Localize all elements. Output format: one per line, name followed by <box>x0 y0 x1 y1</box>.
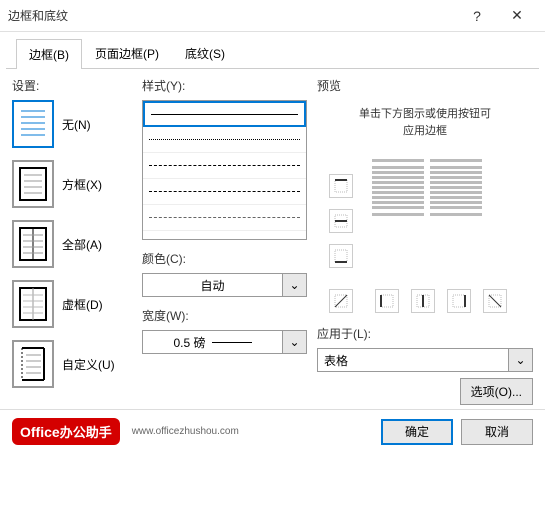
setting-all-icon <box>12 220 54 268</box>
cancel-button[interactable]: 取消 <box>461 419 533 445</box>
tab-bar: 边框(B) 页面边框(P) 底纹(S) <box>6 32 539 69</box>
content-area: 设置: 无(N) 方框(X) 全部(A) 虚框(D) <box>0 69 545 409</box>
brand-badge: Office办公助手 <box>12 418 120 445</box>
apply-value: 表格 <box>318 349 508 371</box>
tab-page-border[interactable]: 页面边框(P) <box>82 38 172 68</box>
settings-label: 设置: <box>12 77 132 94</box>
preview-document[interactable] <box>372 159 482 279</box>
style-solid[interactable] <box>143 101 306 127</box>
apply-dropdown[interactable]: 表格 ⌄ <box>317 348 533 372</box>
style-list[interactable] <box>142 100 307 240</box>
settings-column: 设置: 无(N) 方框(X) 全部(A) 虚框(D) <box>12 77 132 405</box>
titlebar: 边框和底纹 ? ✕ <box>0 0 545 32</box>
setting-custom-icon <box>12 340 54 388</box>
close-button[interactable]: ✕ <box>497 0 537 32</box>
color-value: 自动 <box>143 274 282 296</box>
edge-top-button[interactable] <box>329 174 353 198</box>
style-dotted[interactable] <box>143 127 306 153</box>
style-dashed[interactable] <box>143 179 306 205</box>
options-button[interactable]: 选项(O)... <box>460 378 533 405</box>
setting-custom[interactable]: 自定义(U) <box>12 340 132 388</box>
setting-grid[interactable]: 虚框(D) <box>12 280 132 328</box>
edge-right-button[interactable] <box>447 289 471 313</box>
brand-url: www.officezhushou.com <box>132 426 239 437</box>
setting-none[interactable]: 无(N) <box>12 100 132 148</box>
setting-all[interactable]: 全部(A) <box>12 220 132 268</box>
ok-button[interactable]: 确定 <box>381 419 453 445</box>
chevron-down-icon: ⌄ <box>508 349 532 371</box>
edge-diag2-button[interactable] <box>483 289 507 313</box>
edge-vmid-button[interactable] <box>411 289 435 313</box>
color-group: 颜色(C): 自动 ⌄ <box>142 250 307 297</box>
width-dropdown[interactable]: 0.5 磅 ⌄ <box>142 330 307 354</box>
style-column: 样式(Y): 颜色(C): 自动 ⌄ 宽度(W): 0.5 磅 ⌄ <box>142 77 307 405</box>
preview-area <box>317 149 533 319</box>
footer: Office办公助手 www.officezhushou.com 确定 取消 <box>0 409 545 453</box>
setting-none-label: 无(N) <box>62 116 91 133</box>
style-dashed-fine[interactable] <box>143 153 306 179</box>
style-dash-dot[interactable] <box>143 205 306 231</box>
width-value: 0.5 磅 <box>143 331 282 353</box>
color-label: 颜色(C): <box>142 250 307 267</box>
width-label: 宽度(W): <box>142 307 307 324</box>
preview-hint: 单击下方图示或使用按钮可应用边框 <box>317 106 533 139</box>
setting-box[interactable]: 方框(X) <box>12 160 132 208</box>
setting-all-label: 全部(A) <box>62 236 102 253</box>
setting-box-label: 方框(X) <box>62 176 102 193</box>
setting-none-icon <box>12 100 54 148</box>
setting-grid-icon <box>12 280 54 328</box>
width-group: 宽度(W): 0.5 磅 ⌄ <box>142 307 307 354</box>
setting-grid-label: 虚框(D) <box>62 296 103 313</box>
setting-custom-label: 自定义(U) <box>62 356 115 373</box>
edge-diag-button[interactable] <box>329 289 353 313</box>
color-dropdown[interactable]: 自动 ⌄ <box>142 273 307 297</box>
tab-shading[interactable]: 底纹(S) <box>172 38 238 68</box>
dialog-title: 边框和底纹 <box>8 7 457 24</box>
apply-group: 应用于(L): 表格 ⌄ <box>317 325 533 372</box>
chevron-down-icon: ⌄ <box>282 331 306 353</box>
tab-border[interactable]: 边框(B) <box>16 39 82 69</box>
chevron-down-icon: ⌄ <box>282 274 306 296</box>
options-row: 选项(O)... <box>317 378 533 405</box>
style-label: 样式(Y): <box>142 77 307 94</box>
edge-bottom-button[interactable] <box>329 244 353 268</box>
edge-left-button[interactable] <box>375 289 399 313</box>
preview-label: 预览 <box>317 77 533 94</box>
edge-hmid-button[interactable] <box>329 209 353 233</box>
help-button[interactable]: ? <box>457 0 497 32</box>
apply-label: 应用于(L): <box>317 325 533 342</box>
preview-column: 预览 单击下方图示或使用按钮可应用边框 <box>317 77 533 405</box>
setting-box-icon <box>12 160 54 208</box>
